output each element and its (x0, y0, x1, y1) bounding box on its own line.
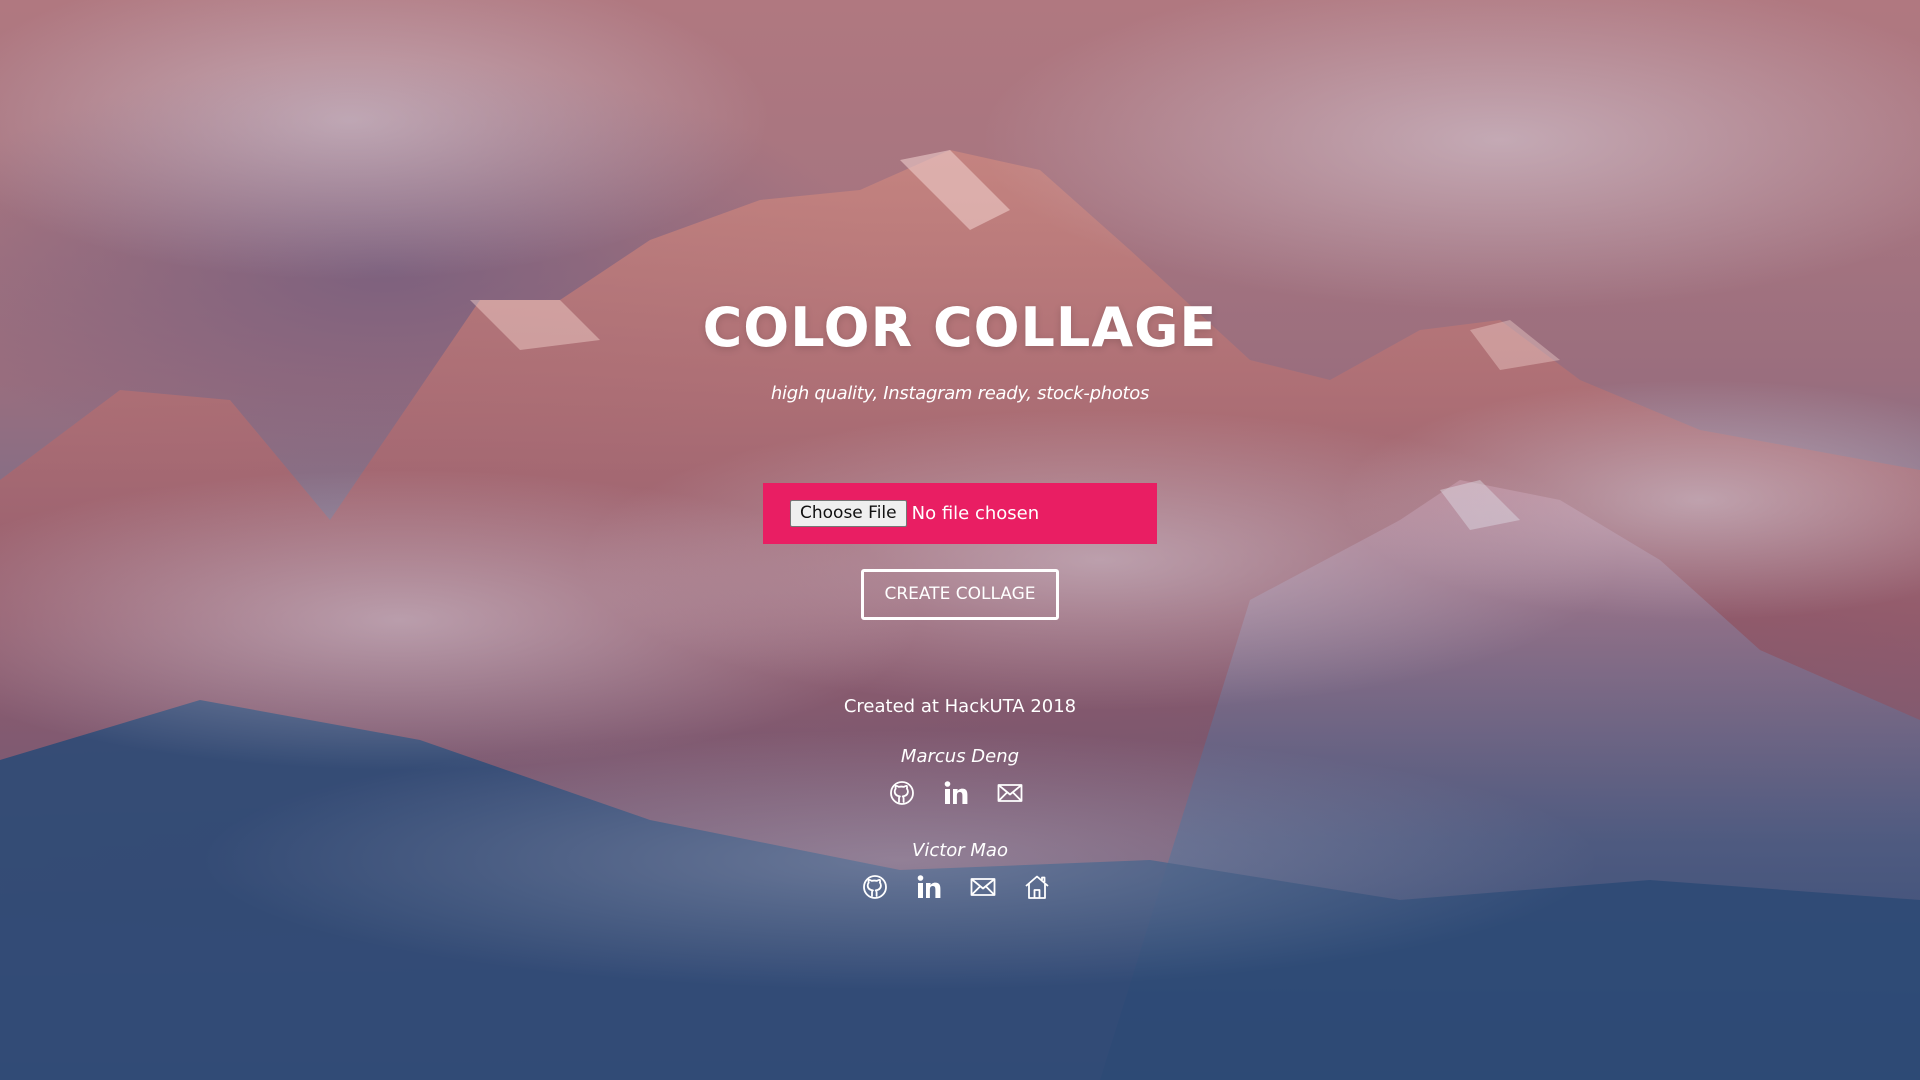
author-name: Marcus Deng (900, 746, 1020, 767)
file-status-text: No file chosen (911, 503, 1040, 524)
choose-file-button[interactable]: Choose File (790, 500, 907, 527)
home-icon[interactable] (1023, 873, 1051, 901)
page-title: COLOR COLLAGE (702, 296, 1218, 359)
mail-icon[interactable] (969, 873, 997, 901)
credits-text: Created at HackUTA 2018 (843, 696, 1077, 717)
page-content: COLOR COLLAGE high quality, Instagram re… (0, 0, 1920, 1080)
linkedin-icon[interactable] (942, 779, 970, 807)
author-name: Victor Mao (912, 840, 1008, 861)
github-icon[interactable] (888, 779, 916, 807)
page-subtitle: high quality, Instagram ready, stock-pho… (770, 383, 1150, 404)
linkedin-icon[interactable] (915, 873, 943, 901)
author-links (888, 779, 1024, 807)
mail-icon[interactable] (996, 779, 1024, 807)
create-collage-button[interactable]: CREATE COLLAGE (861, 569, 1059, 620)
github-icon[interactable] (861, 873, 889, 901)
file-upload-field[interactable]: Choose File No file chosen (763, 483, 1157, 544)
author-links (861, 873, 1051, 901)
